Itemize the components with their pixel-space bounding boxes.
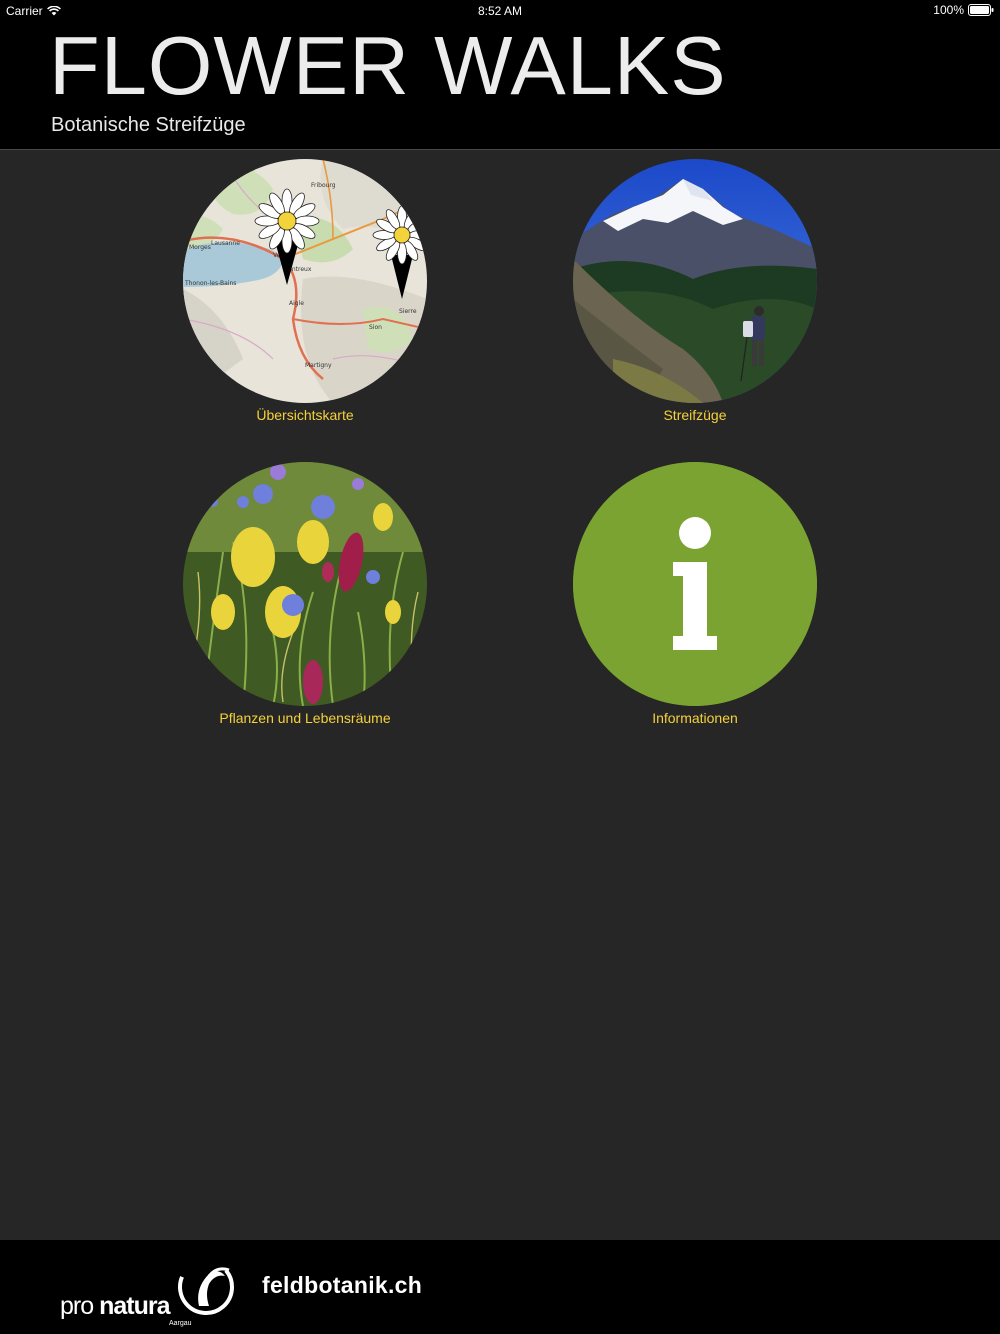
plants-habitats-tile[interactable]: Pflanzen und Lebensräume bbox=[140, 462, 470, 752]
app-footer: pro natura Aargau feldbotanik.ch bbox=[0, 1240, 1000, 1334]
map-city-label: Sion bbox=[369, 324, 382, 331]
logo-text-bold: natura bbox=[99, 1292, 170, 1320]
map-city-label: Fribourg bbox=[311, 182, 336, 189]
flowers-photo bbox=[183, 462, 427, 706]
map-city-label: Aigle bbox=[289, 300, 304, 307]
pro-natura-logo[interactable]: pro natura Aargau bbox=[58, 1250, 238, 1330]
status-time: 8:52 AM bbox=[477, 4, 523, 18]
ibex-icon bbox=[178, 1259, 234, 1315]
walks-thumbnail[interactable] bbox=[573, 159, 817, 403]
overview-map-tile[interactable]: Lausanne Vevey Montreux Aigle Fribourg S… bbox=[140, 159, 470, 449]
hiker-photo bbox=[573, 159, 817, 403]
website-link[interactable]: feldbotanik.ch bbox=[262, 1272, 422, 1299]
battery-icon bbox=[968, 4, 994, 16]
plants-habitats-label[interactable]: Pflanzen und Lebensräume bbox=[140, 710, 470, 726]
battery-percent: 100% bbox=[933, 3, 964, 17]
overview-map-label[interactable]: Übersichtskarte bbox=[140, 407, 470, 423]
map-city-label: Martigny bbox=[305, 362, 332, 369]
logo-text-light: pro bbox=[60, 1292, 94, 1320]
walks-label[interactable]: Streifzüge bbox=[530, 407, 860, 423]
information-label[interactable]: Informationen bbox=[530, 710, 860, 726]
map-city-label: Sierre bbox=[399, 308, 417, 315]
info-icon bbox=[573, 462, 817, 706]
info-thumbnail[interactable] bbox=[573, 462, 817, 706]
app-title: FLOWER WALKS bbox=[49, 19, 727, 112]
app-subtitle: Botanische Streifzüge bbox=[51, 114, 246, 136]
logo-subtitle: Aargau bbox=[169, 1320, 192, 1327]
information-tile[interactable]: Informationen bbox=[530, 462, 860, 752]
walks-tile[interactable]: Streifzüge bbox=[530, 159, 860, 449]
map-city-label: Thonon-les-Bains bbox=[184, 280, 236, 287]
map-city-label: Lausanne bbox=[211, 240, 240, 247]
status-battery: 100% bbox=[933, 3, 994, 17]
map-icon: Lausanne Vevey Montreux Aigle Fribourg S… bbox=[183, 159, 427, 403]
app-header: Carrier 8:52 AM 100% FLOWER WALKS Botani… bbox=[0, 0, 1000, 150]
plants-thumbnail[interactable] bbox=[183, 462, 427, 706]
map-thumbnail[interactable]: Lausanne Vevey Montreux Aigle Fribourg S… bbox=[183, 159, 427, 403]
map-city-label: Morges bbox=[189, 244, 211, 251]
logo-wordmark: pro natura bbox=[60, 1292, 171, 1321]
